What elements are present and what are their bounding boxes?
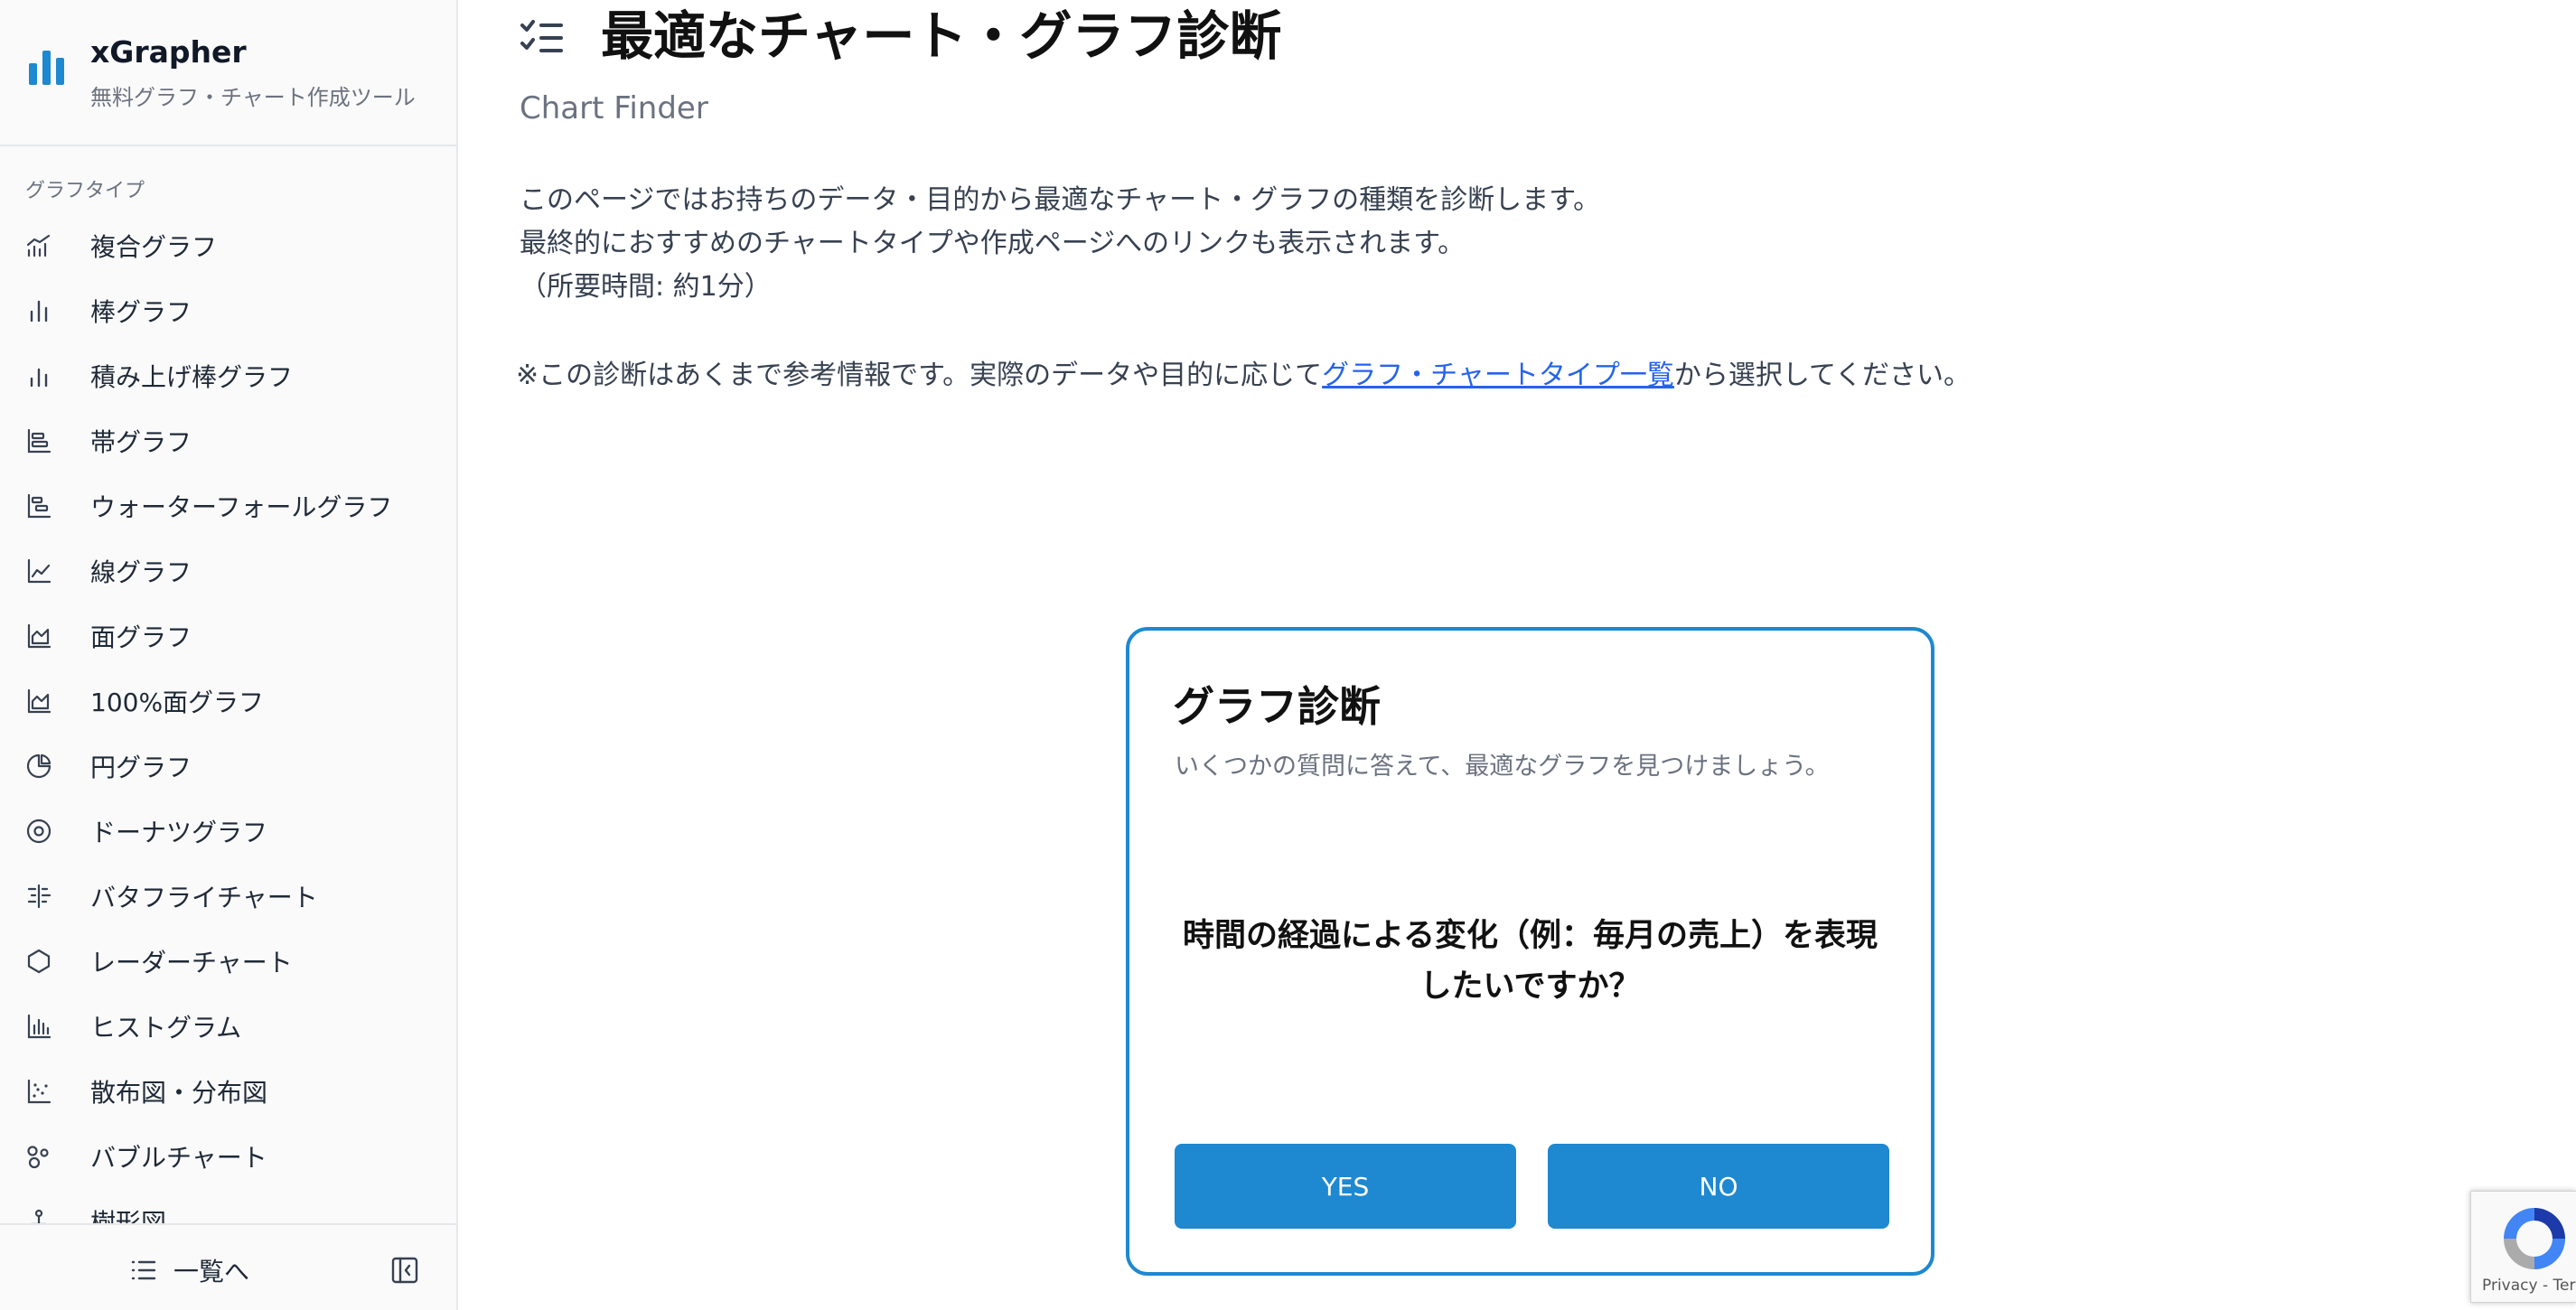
- sidebar-item-label: 面グラフ: [90, 622, 192, 652]
- sidebar-item-bubble[interactable]: バブルチャート: [0, 1124, 456, 1189]
- histogram-icon: [27, 1014, 52, 1039]
- sidebar-item-area[interactable]: 面グラフ: [0, 604, 456, 669]
- horizontal-bar-chart-icon: [27, 428, 52, 454]
- sidebar-item-label: ヒストグラム: [90, 1013, 242, 1043]
- intro-text: このページではお持ちのデータ・目的から最適なチャート・グラフの種類を診断します。…: [520, 179, 1600, 309]
- main-content: 最適なチャート・グラフ診断 Chart Finder このページではお持ちのデー…: [458, 0, 2576, 1310]
- note-suffix: から選択してください。: [1673, 360, 1972, 391]
- sidebar-item-label: ウォーターフォールグラフ: [90, 492, 393, 522]
- diagnosis-question: 時間の経過による変化（例：毎月の売上）を表現 したいですか？: [1166, 911, 1895, 1012]
- line-chart-icon: [27, 558, 52, 584]
- pie-chart-icon: [26, 753, 52, 779]
- all-charts-label: 一覧へ: [173, 1257, 250, 1287]
- area-chart-icon: [27, 623, 52, 649]
- sidebar-item-pie[interactable]: 円グラフ: [0, 734, 456, 799]
- brand-header[interactable]: xGrapher 無料グラフ・チャート作成ツール: [0, 0, 456, 146]
- bar-chart-icon: [30, 300, 48, 323]
- sidebar-item-combo[interactable]: 複合グラフ: [0, 213, 456, 278]
- question-line: したいですか？: [1419, 968, 1641, 1005]
- sidebar-item-label: ドーナツグラフ: [90, 818, 268, 847]
- no-button[interactable]: NO: [1548, 1144, 1889, 1229]
- list-icon: [131, 1260, 156, 1280]
- sidebar-item-label: 複合グラフ: [90, 232, 218, 262]
- chart-type-list-link[interactable]: グラフ・チャートタイプ一覧: [1322, 360, 1674, 391]
- sidebar-item-scatter[interactable]: 散布図・分布図: [0, 1059, 456, 1124]
- sidebar-item-radar[interactable]: レーダーチャート: [0, 929, 456, 994]
- bar-chart-logo-icon: [29, 51, 64, 85]
- yes-button[interactable]: YES: [1175, 1144, 1516, 1229]
- sidebar-item-label: 樹形図: [90, 1208, 167, 1223]
- butterfly-chart-icon: [27, 884, 52, 909]
- sidebar-item-tree[interactable]: 樹形図: [0, 1189, 456, 1223]
- sidebar-footer: 一覧へ: [0, 1223, 456, 1310]
- sidebar-item-label: 帯グラフ: [90, 427, 192, 457]
- combo-chart-icon: [26, 234, 51, 257]
- waterfall-chart-icon: [27, 493, 52, 519]
- scatter-chart-icon: [27, 1079, 52, 1104]
- checklist-icon: [520, 20, 563, 52]
- recaptcha-links[interactable]: Privacy - Terms: [2482, 1277, 2576, 1295]
- sidebar-item-label: バブルチャート: [90, 1143, 267, 1173]
- intro-line: このページではお持ちのデータ・目的から最適なチャート・グラフの種類を診断します。: [520, 184, 1601, 216]
- note-prefix: ※この診断はあくまで参考情報です。実際のデータや目的に応じて: [516, 360, 1323, 391]
- sidebar-item-histogram[interactable]: ヒストグラム: [0, 994, 456, 1059]
- nav-heading: グラフタイプ: [25, 180, 145, 202]
- brand-subtitle: 無料グラフ・チャート作成ツール: [90, 85, 416, 110]
- percent-area-chart-icon: [27, 688, 52, 714]
- sidebar-item-waterfall[interactable]: ウォーターフォールグラフ: [0, 473, 456, 538]
- sidebar-item-label: バタフライチャート: [90, 883, 318, 912]
- sidebar-item-butterfly[interactable]: バタフライチャート: [0, 864, 456, 929]
- page-title: 最適なチャート・グラフ診断: [601, 5, 1282, 67]
- sidebar-item-label: 棒グラフ: [90, 297, 192, 327]
- all-charts-link[interactable]: 一覧へ: [130, 1252, 249, 1288]
- sidebar-item-label: 積み上げ棒グラフ: [90, 362, 294, 392]
- card-title: グラフ診断: [1173, 682, 1381, 731]
- sidebar-item-label: 円グラフ: [90, 753, 192, 782]
- sidebar-item-donut[interactable]: ドーナツグラフ: [0, 799, 456, 864]
- sidebar-item-label: 散布図・分布図: [90, 1078, 268, 1108]
- sidebar-item-line[interactable]: 線グラフ: [0, 538, 456, 604]
- question-line: 時間の経過による変化（例：毎月の売上）を表現: [1183, 918, 1878, 954]
- sidebar-item-bar[interactable]: 棒グラフ: [0, 278, 456, 343]
- donut-chart-icon: [26, 819, 52, 844]
- sidebar-item-percent-area[interactable]: 100%面グラフ: [0, 669, 456, 734]
- diagnosis-card: グラフ診断 いくつかの質問に答えて、最適なグラフを見つけましょう。 時間の経過に…: [1126, 627, 1934, 1276]
- intro-line: （所要時間: 約1分）: [520, 271, 772, 303]
- sidebar-item-band[interactable]: 帯グラフ: [0, 408, 456, 473]
- page-subtitle: Chart Finder: [520, 90, 708, 126]
- stacked-bar-chart-icon: [30, 368, 48, 388]
- sidebar: xGrapher 無料グラフ・チャート作成ツール グラフタイプ 複合グラフ 棒グ…: [0, 0, 458, 1310]
- tree-diagram-icon: [31, 1209, 47, 1223]
- bubble-chart-icon: [27, 1146, 49, 1169]
- radar-chart-icon: [27, 949, 51, 974]
- sidebar-item-label: 100%面グラフ: [90, 688, 265, 717]
- intro-line: 最終的におすすめのチャートタイプや作成ページへのリンクも表示されます。: [520, 228, 1466, 259]
- brand-title: xGrapher: [90, 34, 247, 70]
- recaptcha-badge[interactable]: Privacy - Terms: [2470, 1191, 2576, 1303]
- sidebar-item-label: レーダーチャート: [90, 948, 293, 978]
- disclaimer-note: ※この診断はあくまで参考情報です。実際のデータや目的に応じてグラフ・チャートタイ…: [516, 352, 1971, 392]
- collapse-sidebar-icon[interactable]: [390, 1256, 419, 1285]
- chart-type-list: 複合グラフ 棒グラフ 積み上げ棒グラフ 帯グラフ ウォーターフォールグラフ 線グ…: [0, 213, 456, 1223]
- card-subtitle: いくつかの質問に答えて、最適なグラフを見つけましょう。: [1175, 753, 1830, 781]
- sidebar-item-label: 線グラフ: [90, 557, 192, 587]
- sidebar-item-stacked-bar[interactable]: 積み上げ棒グラフ: [0, 343, 456, 408]
- recaptcha-icon: [2504, 1208, 2565, 1269]
